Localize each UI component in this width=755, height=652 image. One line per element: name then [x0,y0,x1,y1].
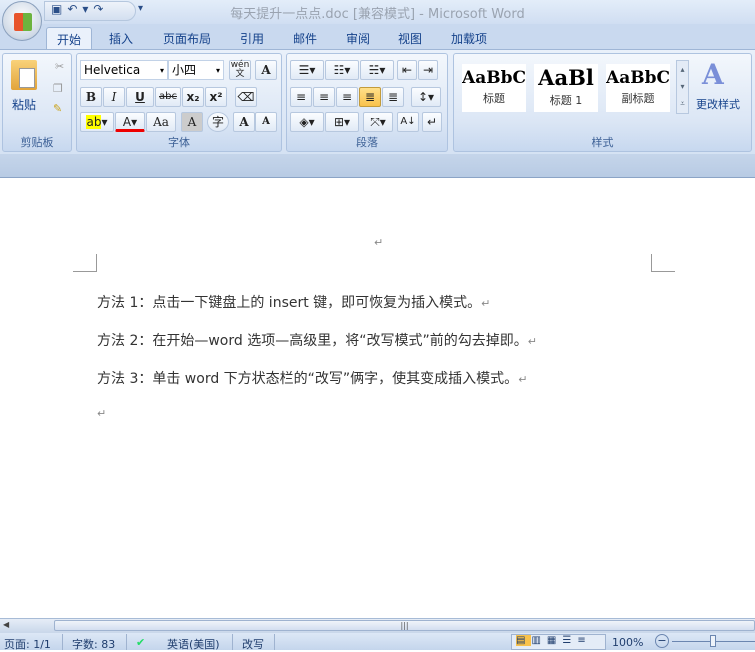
align-center-icon[interactable]: ≡ [313,87,335,107]
cut-icon[interactable]: ✂ [55,60,64,73]
ribbon-tabs: 开始 插入 页面布局 引用 邮件 审阅 视图 加载项 [0,24,755,49]
redo-icon[interactable]: ↷ [93,2,108,16]
numbering-button[interactable]: ☷▾ [325,60,359,80]
font-color-button[interactable]: A▾ [115,112,145,132]
style-heading-1[interactable]: AaBl 标题 1 [534,64,598,112]
zoom-slider-thumb[interactable] [710,635,716,647]
paragraph-3: 方法 3：单击 word 下方状态栏的“改写”俩字，使其变成插入模式。↵ [97,371,528,387]
sort-icon[interactable]: A↓ [397,112,419,132]
chinese-layout-button[interactable]: ⤧▾ [363,112,393,132]
bullets-button[interactable]: ☰▾ [290,60,324,80]
tab-review[interactable]: 审阅 [336,27,380,49]
font-group: Helvetica ▾ 小四 ▾ wén 文 A B I U abc x₂ x² ⌫… [76,53,282,152]
tab-home[interactable]: 开始 [46,27,93,49]
paragraph-group: ☰▾ ☷▾ ☵▾ ⇤ ⇥ ≡ ≡ ≡ ≣ ≣ ↕▾ ◈▾ ⊞▾ ⤧▾ A↓ ↵ … [286,53,448,152]
clipboard-group: 粘贴 ✂ ❐ ✎ 剪贴板 [2,53,72,152]
tab-mailings[interactable]: 邮件 [283,27,327,49]
paragraph-4: ↵ [97,407,107,420]
enclose-chars-button[interactable]: 字 [207,112,229,132]
italic-button[interactable]: I [103,87,125,107]
styles-group: AaBbC 标题 AaBl 标题 1 AaBbC 副标题 ▴ ▾ ⩡ A 更改样式 样式 [453,53,752,152]
strikethrough-button[interactable]: abc [155,87,181,107]
ribbon: 粘贴 ✂ ❐ ✎ 剪贴板 Helvetica ▾ 小四 ▾ wén 文 A B I … [0,49,755,154]
customize-qat-button[interactable]: ▾ [138,3,143,14]
format-painter-icon[interactable]: ✎ [53,102,62,115]
tab-addins[interactable]: 加载项 [441,27,497,49]
tab-references[interactable]: 引用 [230,27,274,49]
line-spacing-button[interactable]: ↕▾ [411,87,441,107]
styles-group-label: 样式 [591,136,614,149]
outline-icon: ☰ [562,635,578,646]
undo-icon[interactable]: ↶▾ [67,2,93,16]
decrease-indent-icon[interactable]: ⇤ [397,60,417,80]
font-group-label: 字体 [168,136,190,149]
scroll-left-icon: ◀ [3,620,10,629]
style-title[interactable]: AaBbC 标题 [462,64,526,112]
paragraph-group-label: 段落 [356,136,378,149]
borders-button[interactable]: ⊞▾ [325,112,359,132]
change-styles-icon: A [702,58,724,91]
increase-indent-icon[interactable]: ⇥ [418,60,438,80]
phonetic-guide-button[interactable]: wén 文 [229,60,251,80]
paragraph-mark: ↵ [374,236,384,249]
ruler-area [0,154,755,178]
multilevel-list-button[interactable]: ☵▾ [360,60,394,80]
scrollbar-thumb[interactable]: ||| [54,620,755,631]
tab-page-layout[interactable]: 页面布局 [153,27,221,49]
change-styles-button[interactable]: 更改样式 [696,96,740,112]
tab-view[interactable]: 视图 [388,27,432,49]
char-border-button[interactable]: A [255,60,277,80]
justify-icon[interactable]: ≣ [359,87,381,107]
save-icon[interactable]: ▣ [51,2,67,16]
font-name-combo[interactable]: Helvetica ▾ [80,60,168,80]
zoom-level[interactable]: 100% [612,636,643,649]
clear-formatting-icon[interactable]: ⌫ [235,87,257,107]
full-screen-icon: ▥ [531,635,547,646]
status-bar: 页面: 1/1 字数: 83 ✔ 英语(美国) 改写 ▤▥▦☰≡ 100% − [0,633,755,651]
zoom-out-icon[interactable]: − [655,634,669,648]
shading-button[interactable]: ◈▾ [290,112,324,132]
show-marks-icon[interactable]: ↵ [422,112,442,132]
distributed-icon[interactable]: ≣ [382,87,404,107]
grow-font-button[interactable]: A [233,112,255,132]
subscript-button[interactable]: x₂ [182,87,204,107]
copy-icon[interactable]: ❐ [53,82,63,95]
clipboard-group-label: 剪贴板 [20,136,54,149]
style-subtitle[interactable]: AaBbC 副标题 [606,64,670,112]
office-button[interactable] [2,1,42,41]
char-shading-button[interactable]: A [181,112,203,132]
paragraph-2: 方法 2：在开始—word 选项—高级里，将“改写模式”前的勾去掉即。↵ [97,333,537,349]
change-case-button[interactable]: Aa [146,112,176,132]
draft-icon: ≡ [577,635,592,646]
align-left-icon[interactable]: ≡ [290,87,312,107]
print-layout-icon: ▤ [516,635,532,646]
styles-scroll[interactable]: ▴ ▾ ⩡ [676,60,689,114]
shrink-font-button[interactable]: A [255,112,277,132]
highlight-color-button[interactable]: ab▾ [80,112,114,132]
bold-button[interactable]: B [80,87,102,107]
web-layout-icon: ▦ [546,635,563,646]
proofing-icon[interactable]: ✔ [136,636,145,649]
paste-button[interactable]: 粘贴 [12,96,36,113]
view-buttons[interactable]: ▤▥▦☰≡ [511,634,606,650]
superscript-button[interactable]: x² [205,87,227,107]
paragraph-1: 方法 1：点击一下键盘上的 insert 键，即可恢复为插入模式。↵ [97,295,491,311]
underline-button[interactable]: U [126,87,154,107]
office-logo-icon [14,13,32,31]
margin-corner-left [73,254,97,272]
align-right-icon[interactable]: ≡ [336,87,358,107]
margin-corner-right [651,254,675,272]
quick-access-toolbar: ▣↶▾↷ [44,1,136,21]
document-page[interactable]: ↵ 方法 1：点击一下键盘上的 insert 键，即可恢复为插入模式。↵ 方法 … [0,178,755,618]
tab-insert[interactable]: 插入 [99,27,143,49]
font-size-combo[interactable]: 小四 ▾ [168,60,224,80]
paste-icon [11,60,37,90]
